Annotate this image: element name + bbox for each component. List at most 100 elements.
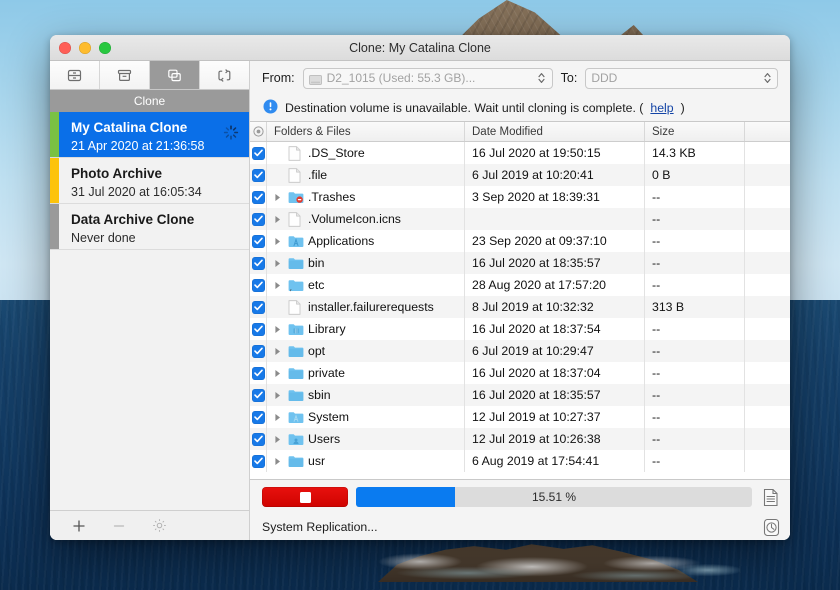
row-size-cell: -- bbox=[645, 362, 745, 384]
row-checkbox[interactable] bbox=[250, 362, 267, 384]
row-file-name: Library bbox=[308, 322, 346, 336]
row-checkbox[interactable] bbox=[250, 318, 267, 340]
checkbox-checked-icon bbox=[251, 212, 265, 226]
row-checkbox[interactable] bbox=[250, 340, 267, 362]
table-row[interactable]: System 12 Jul 2019 at 10:27:37 -- bbox=[250, 406, 790, 428]
select-all-radio[interactable] bbox=[250, 122, 267, 141]
row-checkbox[interactable] bbox=[250, 450, 267, 472]
disclosure-triangle-icon[interactable] bbox=[274, 237, 288, 246]
table-body: .DS_Store 16 Jul 2020 at 19:50:15 14.3 KB.… bbox=[250, 142, 790, 479]
tab-clone[interactable] bbox=[150, 61, 200, 89]
stop-button[interactable] bbox=[262, 487, 348, 507]
active-mode-label: Clone bbox=[50, 90, 249, 112]
source-volume-dropdown[interactable]: D2_1015 (Used: 55.3 GB)... bbox=[302, 67, 553, 89]
warning-text-end: ) bbox=[680, 101, 685, 115]
disclosure-triangle-icon[interactable] bbox=[274, 325, 288, 334]
table-row[interactable]: opt 6 Jul 2019 at 10:29:47 -- bbox=[250, 340, 790, 362]
row-checkbox[interactable] bbox=[250, 274, 267, 296]
table-row[interactable]: .file 6 Jul 2019 at 10:20:41 0 B bbox=[250, 164, 790, 186]
row-size-cell: -- bbox=[645, 406, 745, 428]
task-date: 21 Apr 2020 at 21:36:58 bbox=[71, 138, 205, 153]
column-header-size[interactable]: Size bbox=[645, 122, 745, 141]
row-file-name: etc bbox=[308, 278, 325, 292]
task-row-my-catalina-clone[interactable]: My Catalina Clone 21 Apr 2020 at 21:36:5… bbox=[50, 112, 249, 158]
remove-task-button[interactable] bbox=[110, 517, 128, 535]
zoom-button[interactable] bbox=[99, 41, 111, 54]
table-row[interactable]: installer.failurerequests 8 Jul 2019 at 1… bbox=[250, 296, 790, 318]
row-checkbox[interactable] bbox=[250, 230, 267, 252]
row-checkbox[interactable] bbox=[250, 384, 267, 406]
disclosure-triangle-icon[interactable] bbox=[274, 369, 288, 378]
source-stepper-icon[interactable] bbox=[534, 71, 550, 85]
row-date-cell: 16 Jul 2020 at 18:35:57 bbox=[465, 384, 645, 406]
table-row[interactable]: etc 28 Aug 2020 at 17:57:20 -- bbox=[250, 274, 790, 296]
history-button[interactable] bbox=[760, 516, 782, 538]
row-checkbox[interactable] bbox=[250, 164, 267, 186]
row-file-name: opt bbox=[308, 344, 326, 358]
task-row-data-archive-clone[interactable]: Data Archive Clone Never done bbox=[50, 204, 249, 250]
row-name-cell: .file bbox=[267, 164, 465, 186]
task-row-photo-archive[interactable]: Photo Archive 31 Jul 2020 at 16:05:34 bbox=[50, 158, 249, 204]
disclosure-triangle-icon[interactable] bbox=[274, 347, 288, 356]
disclosure-triangle-icon[interactable] bbox=[274, 259, 288, 268]
row-name-cell: .Trashes bbox=[267, 186, 465, 208]
row-checkbox[interactable] bbox=[250, 296, 267, 318]
disclosure-triangle-icon[interactable] bbox=[274, 457, 288, 466]
table-row[interactable]: bin 16 Jul 2020 at 18:35:57 -- bbox=[250, 252, 790, 274]
tab-sync[interactable] bbox=[200, 61, 249, 89]
progress-bar-row: 15.51 % bbox=[250, 480, 790, 514]
table-row[interactable]: sbin 16 Jul 2020 at 18:35:57 -- bbox=[250, 384, 790, 406]
disclosure-triangle-icon[interactable] bbox=[274, 413, 288, 422]
log-button[interactable] bbox=[760, 486, 782, 508]
window-title: Clone: My Catalina Clone bbox=[349, 40, 491, 55]
file-icon bbox=[288, 145, 305, 161]
table-row[interactable]: Users 12 Jul 2019 at 10:26:38 -- bbox=[250, 428, 790, 450]
help-link[interactable]: help bbox=[650, 101, 673, 115]
info-circle-icon bbox=[263, 99, 278, 117]
add-task-button[interactable] bbox=[70, 517, 88, 535]
disclosure-triangle-icon[interactable] bbox=[274, 215, 288, 224]
table-row[interactable]: .VolumeIcon.icns -- bbox=[250, 208, 790, 230]
close-button[interactable] bbox=[59, 41, 71, 54]
row-spacer-cell bbox=[745, 230, 790, 252]
task-date: 31 Jul 2020 at 16:05:34 bbox=[71, 184, 202, 199]
column-header-name[interactable]: Folders & Files bbox=[267, 122, 465, 141]
row-checkbox[interactable] bbox=[250, 252, 267, 274]
table-row[interactable]: private 16 Jul 2020 at 18:37:04 -- bbox=[250, 362, 790, 384]
row-size-cell: -- bbox=[645, 274, 745, 296]
destination-volume-dropdown[interactable]: DDD bbox=[585, 67, 778, 89]
row-date-cell: 12 Jul 2019 at 10:27:37 bbox=[465, 406, 645, 428]
row-name-cell: opt bbox=[267, 340, 465, 362]
column-header-date[interactable]: Date Modified bbox=[465, 122, 645, 141]
table-row[interactable]: .Trashes 3 Sep 2020 at 18:39:31 -- bbox=[250, 186, 790, 208]
row-size-cell: -- bbox=[645, 252, 745, 274]
title-bar[interactable]: Clone: My Catalina Clone bbox=[50, 35, 790, 61]
row-date-cell: 3 Sep 2020 at 18:39:31 bbox=[465, 186, 645, 208]
row-date-cell: 28 Aug 2020 at 17:57:20 bbox=[465, 274, 645, 296]
row-checkbox[interactable] bbox=[250, 208, 267, 230]
disclosure-triangle-icon[interactable] bbox=[274, 391, 288, 400]
row-checkbox[interactable] bbox=[250, 142, 267, 164]
archive-box-icon bbox=[116, 67, 133, 84]
row-size-cell: 0 B bbox=[645, 164, 745, 186]
table-row[interactable]: .DS_Store 16 Jul 2020 at 19:50:15 14.3 KB bbox=[250, 142, 790, 164]
row-name-cell: usr bbox=[267, 450, 465, 472]
minimize-button[interactable] bbox=[79, 41, 91, 54]
disclosure-triangle-icon[interactable] bbox=[274, 435, 288, 444]
disclosure-triangle-icon[interactable] bbox=[274, 193, 288, 202]
row-checkbox[interactable] bbox=[250, 428, 267, 450]
table-row[interactable]: Library 16 Jul 2020 at 18:37:54 -- bbox=[250, 318, 790, 340]
task-settings-button[interactable] bbox=[150, 517, 168, 535]
tab-archive[interactable] bbox=[100, 61, 150, 89]
row-checkbox[interactable] bbox=[250, 186, 267, 208]
row-date-cell: 16 Jul 2020 at 19:50:15 bbox=[465, 142, 645, 164]
disclosure-triangle-icon[interactable] bbox=[274, 281, 288, 290]
tab-backup[interactable] bbox=[50, 61, 100, 89]
row-checkbox[interactable] bbox=[250, 406, 267, 428]
destination-stepper-icon[interactable] bbox=[759, 71, 775, 85]
row-name-cell: Users bbox=[267, 428, 465, 450]
table-row[interactable]: usr 6 Aug 2019 at 17:54:41 -- bbox=[250, 450, 790, 472]
row-file-name: bin bbox=[308, 256, 325, 270]
row-size-cell: -- bbox=[645, 318, 745, 340]
table-row[interactable]: Applications 23 Sep 2020 at 09:37:10 -- bbox=[250, 230, 790, 252]
